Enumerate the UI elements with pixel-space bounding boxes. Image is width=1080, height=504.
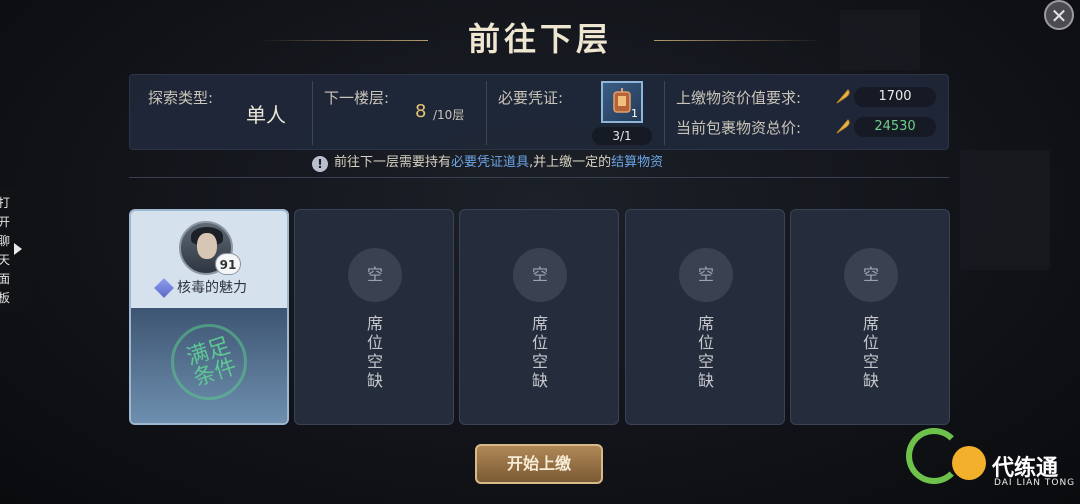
title-divider-left xyxy=(258,40,428,41)
condition-met-stamp: 满足条件 xyxy=(171,324,247,400)
empty-seat-text: 席位空缺 xyxy=(366,314,383,390)
submit-value-label: 上缴物资价值要求: xyxy=(676,89,802,107)
notice-highlight-settlement[interactable]: 结算物资 xyxy=(611,155,663,170)
dialog-header: 前往下层 xyxy=(0,14,1080,64)
member-slot-filled[interactable]: 91 核毒的魅力 满足条件 xyxy=(129,209,289,425)
level-badge: 91 xyxy=(215,253,241,275)
info-bar: 探索类型: 单人 下一楼层: 8 /10层 必要凭证: 1 3/1 上缴物资价值… xyxy=(129,74,949,150)
member-slot-empty[interactable]: 空 席位空缺 xyxy=(459,209,619,425)
voucher-count: 3/1 xyxy=(592,127,652,145)
member-slot-empty[interactable]: 空 席位空缺 xyxy=(790,209,950,425)
empty-seat-text: 席位空缺 xyxy=(531,314,548,390)
bag-value-label: 当前包裹物资总价: xyxy=(676,119,802,137)
voucher-label: 必要凭证: xyxy=(498,89,564,107)
submit-value: 1700 xyxy=(854,87,936,107)
avatar-face xyxy=(197,233,217,259)
brand-watermark: 代练通 DAI LIAN TONG xyxy=(900,424,1080,504)
notice-message: ! 前往下一层需要持有必要凭证道具,并上缴一定的结算物资 xyxy=(312,153,772,173)
empty-seat-text: 席位空缺 xyxy=(697,314,714,390)
member-card-bottom: 满足条件 xyxy=(131,308,287,423)
separator xyxy=(664,81,665,145)
empty-seat-text: 席位空缺 xyxy=(862,314,879,390)
background-decoration xyxy=(960,150,1050,270)
separator xyxy=(486,81,487,145)
dialog-title: 前往下层 xyxy=(467,20,612,58)
next-floor-total: /10层 xyxy=(433,108,465,122)
brand-logo-badge xyxy=(952,446,986,480)
stamp-text: 满足条件 xyxy=(183,333,241,392)
notice-middle: ,并上缴一定的 xyxy=(529,155,612,170)
voucher-item-qty: 1 xyxy=(631,107,638,120)
feather-coin-icon xyxy=(836,119,850,134)
next-floor-label: 下一楼层: xyxy=(324,89,390,107)
notice-prefix: 前往下一层需要持有 xyxy=(334,155,452,170)
chat-panel-label: 打开聊天面板 xyxy=(0,196,11,305)
caret-right-icon xyxy=(14,243,22,255)
voucher-item-slot[interactable]: 1 xyxy=(601,81,643,123)
section-divider xyxy=(129,177,949,178)
skill-name: 核毒的魅力 xyxy=(177,280,247,296)
next-floor-value: 8 xyxy=(415,101,427,122)
brand-subtitle: DAI LIAN TONG xyxy=(994,478,1076,488)
empty-seat-circle: 空 xyxy=(679,248,733,302)
empty-seat-circle: 空 xyxy=(844,248,898,302)
empty-seat-circle: 空 xyxy=(348,248,402,302)
exclamation-icon: ! xyxy=(312,156,328,172)
start-submit-button[interactable]: 开始上缴 xyxy=(475,444,603,484)
notice-highlight-voucher[interactable]: 必要凭证道具 xyxy=(451,155,529,170)
chat-panel-toggle[interactable]: 打开聊天面板 xyxy=(0,188,26,312)
member-card-top: 91 核毒的魅力 xyxy=(131,211,287,308)
diamond-skill-icon xyxy=(154,278,174,298)
title-divider-right xyxy=(654,40,824,41)
close-icon: ✕ xyxy=(1050,4,1068,28)
close-button[interactable]: ✕ xyxy=(1044,0,1074,30)
explore-type-value: 单人 xyxy=(246,103,286,127)
separator xyxy=(312,81,313,145)
empty-seat-circle: 空 xyxy=(513,248,567,302)
member-slot-empty[interactable]: 空 席位空缺 xyxy=(294,209,454,425)
member-slot-empty[interactable]: 空 席位空缺 xyxy=(625,209,785,425)
bag-value: 24530 xyxy=(854,117,936,137)
feather-coin-icon xyxy=(836,89,850,104)
explore-type-label: 探索类型: xyxy=(148,89,214,107)
